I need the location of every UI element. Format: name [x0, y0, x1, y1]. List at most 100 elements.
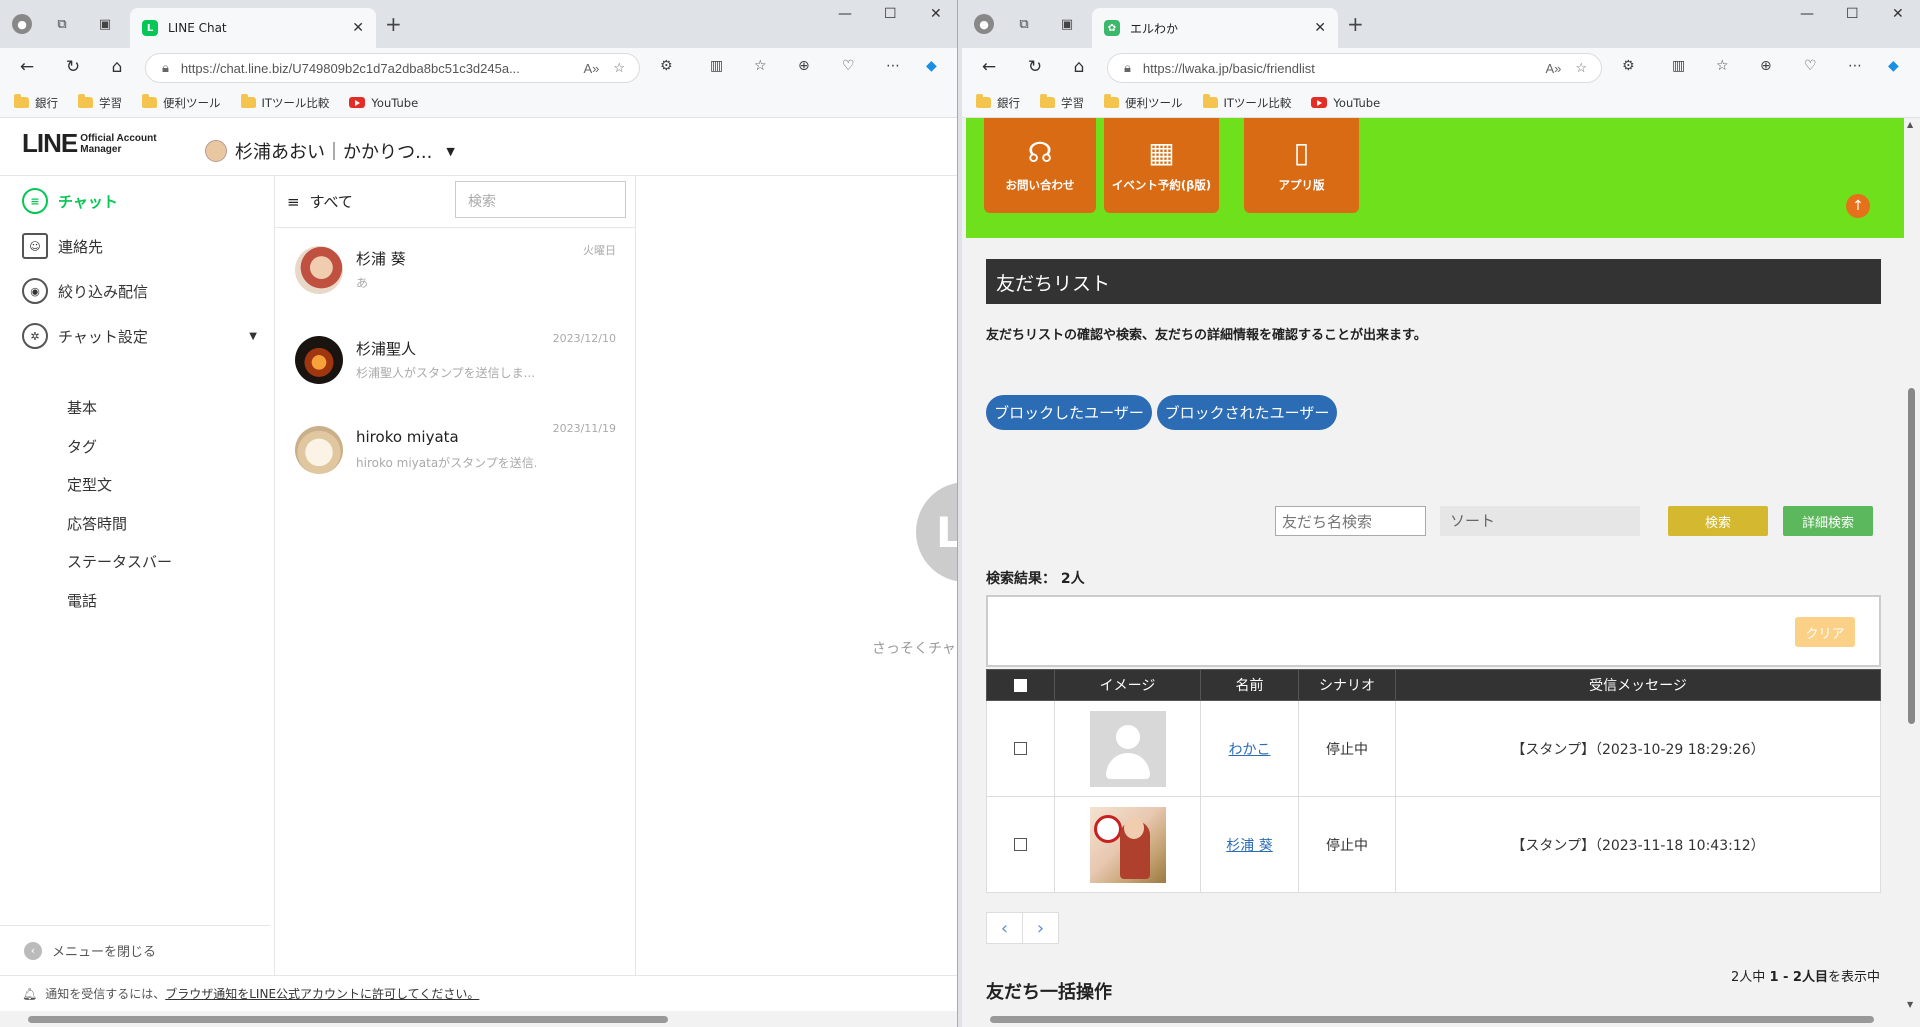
- bookmark-it-tools[interactable]: ITツール比較: [240, 94, 329, 111]
- line-logo[interactable]: LINE Official Account Manager: [22, 128, 157, 159]
- collections-icon[interactable]: ⊕: [798, 58, 810, 74]
- sort-select[interactable]: ソート: [1440, 506, 1640, 536]
- back-icon[interactable]: ←: [16, 57, 38, 77]
- scroll-thumb[interactable]: [990, 1016, 1874, 1023]
- minimize-icon[interactable]: —: [838, 6, 852, 22]
- chat-list-item[interactable]: 杉浦聖人 杉浦聖人がスタンプを送信しま... 2023/12/10: [275, 318, 636, 408]
- filter-menu-icon[interactable]: ≡: [287, 193, 300, 211]
- home-icon[interactable]: ⌂: [106, 57, 128, 77]
- filter-label[interactable]: すべて: [310, 191, 353, 212]
- detail-search-button[interactable]: 詳細検索: [1783, 506, 1873, 536]
- workspaces-icon[interactable]: ⧉: [1014, 14, 1034, 34]
- sidebar-item-chat-settings[interactable]: ✲ チャット設定 ▼: [22, 323, 257, 349]
- friend-name-link[interactable]: わかこ: [1229, 742, 1271, 758]
- sidebar-item-filtered-broadcast[interactable]: ◉ 絞り込み配信: [22, 278, 148, 304]
- scroll-up-icon[interactable]: ▲: [1907, 120, 1913, 129]
- workspaces-icon[interactable]: ⧉: [52, 14, 72, 34]
- bookmark-bank[interactable]: 銀行: [976, 94, 1020, 111]
- more-menu-icon[interactable]: ⋯: [1848, 58, 1862, 74]
- new-tab-icon[interactable]: +: [385, 12, 402, 36]
- url-field[interactable]: 🔒︎ https://chat.line.biz/U749809b2c1d7a2…: [145, 53, 640, 83]
- maximize-icon[interactable]: ☐: [1846, 6, 1859, 22]
- copilot-icon[interactable]: ◆: [926, 58, 937, 74]
- favorite-star-icon[interactable]: ☆: [1575, 60, 1587, 76]
- more-menu-icon[interactable]: ⋯: [886, 58, 900, 74]
- close-window-icon[interactable]: ✕: [1892, 6, 1904, 22]
- chat-search-input[interactable]: 検索: [455, 181, 626, 218]
- bookmark-youtube[interactable]: YouTube: [349, 96, 418, 110]
- split-screen-icon[interactable]: ▥: [710, 58, 723, 74]
- tab-lwaka[interactable]: ✿ エルわか ✕: [1092, 8, 1338, 48]
- friend-name-search-input[interactable]: 友だち名検索: [1275, 506, 1426, 536]
- horizontal-scrollbar[interactable]: [0, 1011, 957, 1027]
- chat-list-item[interactable]: hiroko miyata hiroko miyataがスタンプを送信... 2…: [275, 408, 636, 498]
- browser-essentials-icon[interactable]: ♡: [842, 58, 855, 74]
- scroll-to-top-icon[interactable]: ↑: [1846, 194, 1870, 218]
- refresh-icon[interactable]: ↻: [62, 57, 84, 77]
- bookmark-tools[interactable]: 便利ツール: [1104, 94, 1183, 111]
- row-checkbox[interactable]: [1014, 838, 1027, 851]
- friend-name-link[interactable]: 杉浦 葵: [1226, 838, 1272, 854]
- blocked-users-button[interactable]: ブロックしたユーザー: [986, 395, 1152, 430]
- account-switcher[interactable]: 杉浦あおい｜かかりつ... ▼: [205, 138, 455, 164]
- new-tab-icon[interactable]: +: [1347, 12, 1364, 36]
- sidebar-sub-response-hours[interactable]: 応答時間: [67, 513, 127, 534]
- close-window-icon[interactable]: ✕: [930, 6, 942, 22]
- bookmark-tools[interactable]: 便利ツール: [142, 94, 221, 111]
- vertical-tabs-icon[interactable]: ▣: [95, 14, 115, 34]
- split-screen-icon[interactable]: ▥: [1672, 58, 1685, 74]
- sidebar-sub-basic[interactable]: 基本: [67, 397, 97, 418]
- extensions-icon[interactable]: ⚙: [660, 58, 673, 74]
- sidebar-sub-phone[interactable]: 電話: [67, 590, 97, 611]
- search-button[interactable]: 検索: [1668, 506, 1768, 536]
- contact-button[interactable]: ☊ お問い合わせ: [984, 118, 1096, 213]
- clear-button[interactable]: クリア: [1795, 617, 1855, 647]
- sidebar-sub-status-bar[interactable]: ステータスバー: [67, 551, 172, 572]
- minimize-icon[interactable]: —: [1800, 6, 1814, 22]
- profile-icon[interactable]: ●: [974, 14, 994, 34]
- bookmark-study[interactable]: 学習: [1040, 94, 1084, 111]
- tab-line-chat[interactable]: L LINE Chat ✕: [130, 8, 376, 48]
- scroll-thumb[interactable]: [28, 1016, 668, 1023]
- sidebar-sub-templates[interactable]: 定型文: [67, 474, 112, 495]
- bookmark-bank[interactable]: 銀行: [14, 94, 58, 111]
- vertical-tabs-icon[interactable]: ▣: [1057, 14, 1077, 34]
- pager-next-button[interactable]: ›: [1022, 912, 1059, 944]
- back-icon[interactable]: ←: [978, 57, 1000, 77]
- scroll-thumb[interactable]: [1908, 388, 1915, 724]
- profile-icon[interactable]: ●: [12, 14, 32, 34]
- browser-essentials-icon[interactable]: ♡: [1804, 58, 1817, 74]
- row-checkbox[interactable]: [1014, 742, 1027, 755]
- read-aloud-icon[interactable]: A»: [1545, 61, 1561, 76]
- pager-prev-button[interactable]: ‹: [986, 912, 1023, 944]
- favorite-star-icon[interactable]: ☆: [613, 60, 625, 76]
- extensions-icon[interactable]: ⚙: [1622, 58, 1635, 74]
- favorites-icon[interactable]: ☆: [754, 58, 767, 74]
- sidebar-item-chat[interactable]: ≡ チャット: [22, 188, 118, 214]
- sidebar-sub-tags[interactable]: タグ: [67, 436, 97, 457]
- scroll-down-icon[interactable]: ▼: [1907, 1000, 1913, 1009]
- select-all-checkbox[interactable]: [1014, 678, 1027, 692]
- url-field[interactable]: 🔒︎ https://lwaka.jp/basic/friendlist A» …: [1107, 53, 1602, 83]
- horizontal-scrollbar[interactable]: [962, 1011, 1920, 1027]
- bookmark-study[interactable]: 学習: [78, 94, 122, 111]
- blocked-by-users-button[interactable]: ブロックされたユーザー: [1157, 395, 1337, 430]
- read-aloud-icon[interactable]: A»: [583, 61, 599, 76]
- sidebar-item-contacts[interactable]: ☺ 連絡先: [22, 233, 103, 259]
- close-tab-icon[interactable]: ✕: [352, 20, 364, 36]
- close-tab-icon[interactable]: ✕: [1314, 20, 1326, 36]
- app-version-button[interactable]: ▯ アプリ版: [1244, 118, 1359, 213]
- favorites-icon[interactable]: ☆: [1716, 58, 1729, 74]
- bookmark-youtube[interactable]: YouTube: [1311, 96, 1380, 110]
- bookmark-it-tools[interactable]: ITツール比較: [1202, 94, 1291, 111]
- notify-link[interactable]: ブラウザ通知をLINE公式アカウントに許可してください。: [165, 985, 479, 1002]
- home-icon[interactable]: ⌂: [1068, 57, 1090, 77]
- collections-icon[interactable]: ⊕: [1760, 58, 1772, 74]
- event-booking-button[interactable]: ▦ イベント予約(β版): [1104, 118, 1219, 213]
- close-menu-button[interactable]: ‹ メニューを閉じる: [0, 925, 270, 975]
- vertical-scrollbar[interactable]: ▲ ▼: [1904, 118, 1920, 1011]
- refresh-icon[interactable]: ↻: [1024, 57, 1046, 77]
- maximize-icon[interactable]: ☐: [884, 6, 897, 22]
- chat-list-item[interactable]: 杉浦 葵 あ 火曜日: [275, 228, 636, 318]
- copilot-icon[interactable]: ◆: [1888, 58, 1899, 74]
